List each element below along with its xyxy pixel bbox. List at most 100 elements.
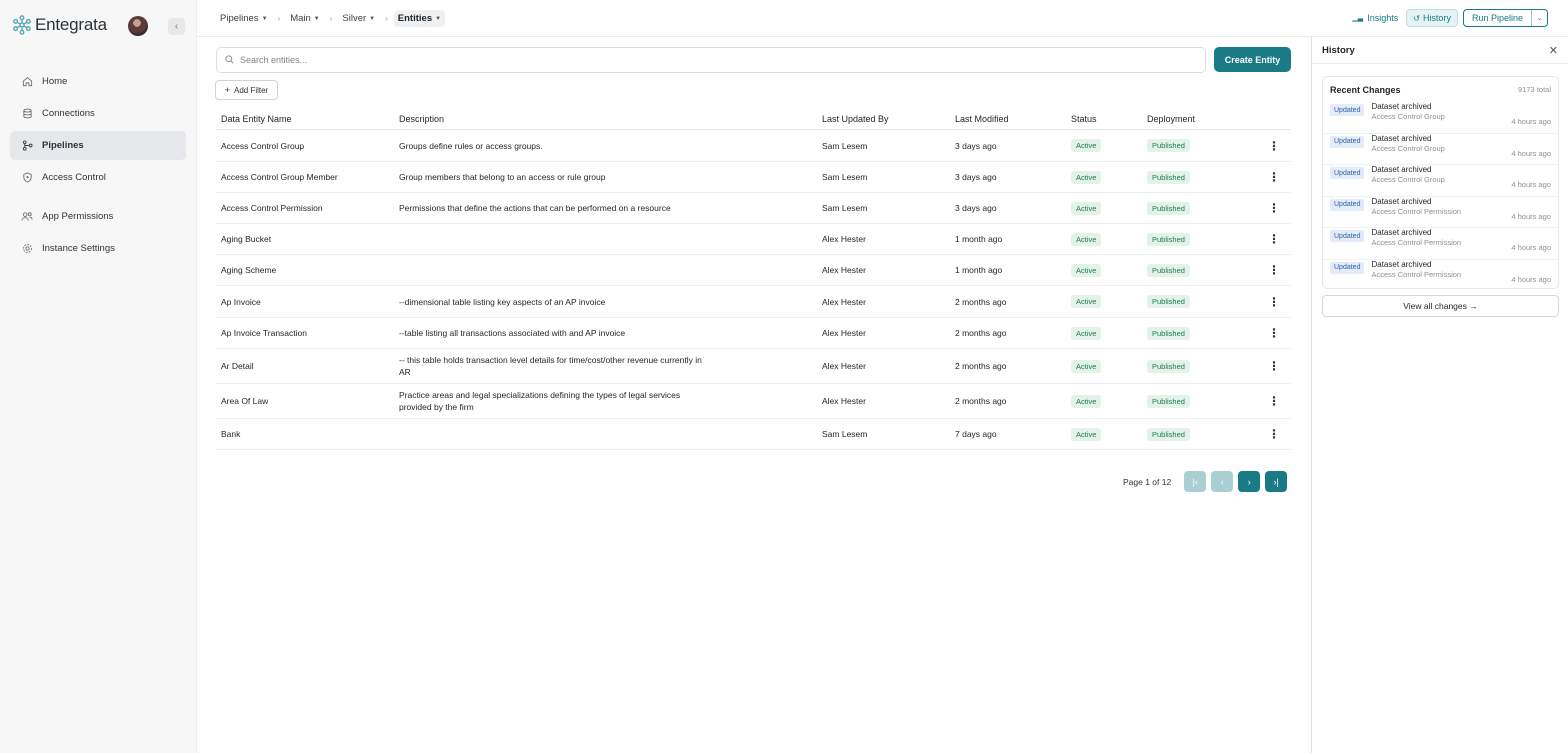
column-header-name[interactable]: Data Entity Name xyxy=(216,114,399,124)
history-item[interactable]: Updated Dataset archived Access Control G… xyxy=(1323,165,1558,197)
row-menu-icon[interactable]: ⋮ xyxy=(1257,394,1291,408)
breadcrumb: Pipelines ▼ › Main ▼ › Silver ▼ › Entities ▼ xyxy=(216,10,446,27)
run-options-dropdown[interactable]: ⌄ xyxy=(1531,10,1547,26)
entity-name[interactable]: Access Control Permission xyxy=(216,203,399,213)
row-menu-icon[interactable]: ⋮ xyxy=(1257,139,1291,153)
create-entity-button[interactable]: Create Entity xyxy=(1214,47,1291,72)
row-menu-icon[interactable]: ⋮ xyxy=(1257,170,1291,184)
collapse-sidebar-button[interactable]: ‹ xyxy=(168,18,185,35)
history-item[interactable]: Updated Dataset archived Access Control G… xyxy=(1323,102,1558,134)
status-badge: Active xyxy=(1071,232,1102,246)
close-icon[interactable]: ✕ xyxy=(1549,44,1558,57)
entity-name[interactable]: Bank xyxy=(216,429,399,439)
insights-button[interactable]: ▁▃ Insights xyxy=(1352,13,1398,23)
caret-down-icon: ▼ xyxy=(369,15,376,22)
change-target: Access Control Group xyxy=(1371,112,1445,121)
history-item[interactable]: Updated Dataset archived Access Control P… xyxy=(1323,260,1558,292)
table-row[interactable]: Bank Sam Lesem 7 days ago Active Publish… xyxy=(216,419,1291,450)
history-panel-title: History xyxy=(1322,44,1355,56)
table-row[interactable]: Access Control Group Groups define rules… xyxy=(216,130,1291,162)
entity-name[interactable]: Ar Detail xyxy=(216,361,399,371)
recent-changes-header: Recent Changes 9173 total xyxy=(1323,77,1558,102)
sidebar-item-home[interactable]: Home xyxy=(10,67,186,96)
entity-name[interactable]: Aging Scheme xyxy=(216,265,399,275)
entity-name[interactable]: Ap Invoice xyxy=(216,297,399,307)
row-menu-icon[interactable]: ⋮ xyxy=(1257,359,1291,373)
app-logo[interactable]: Entegrata xyxy=(12,14,107,36)
breadcrumb-entities[interactable]: Entities ▼ xyxy=(393,10,446,27)
change-type-badge: Updated xyxy=(1330,230,1365,242)
sidebar-item-connections[interactable]: Connections xyxy=(10,99,186,128)
table-row[interactable]: Aging Bucket Alex Hester 1 month ago Act… xyxy=(216,224,1291,255)
prev-page-button[interactable]: ‹ xyxy=(1211,471,1234,492)
entity-updated-by: Alex Hester xyxy=(822,234,866,244)
entity-modified: 3 days ago xyxy=(955,172,997,182)
history-button[interactable]: ↺ History xyxy=(1406,9,1458,27)
user-avatar[interactable] xyxy=(128,16,148,36)
table-row[interactable]: Ap Invoice Transaction --table listing a… xyxy=(216,318,1291,349)
breadcrumb-silver[interactable]: Silver ▼ xyxy=(338,10,379,27)
row-menu-icon[interactable]: ⋮ xyxy=(1257,295,1291,309)
entity-name[interactable]: Access Control Group Member xyxy=(216,172,399,182)
history-item[interactable]: Updated Dataset archived Access Control P… xyxy=(1323,197,1558,228)
run-pipeline-button[interactable]: Run Pipeline ⌄ xyxy=(1462,9,1548,27)
column-header-status[interactable]: Status xyxy=(1071,114,1147,124)
change-target: Access Control Permission xyxy=(1371,206,1462,216)
entity-updated-by: Alex Hester xyxy=(822,265,866,275)
table-row[interactable]: Access Control Permission Permissions th… xyxy=(216,193,1291,224)
status-badge: Active xyxy=(1071,201,1102,215)
table-row[interactable]: Ap Invoice --dimensional table listing k… xyxy=(216,286,1291,318)
change-target: Access Control Permission xyxy=(1371,269,1462,279)
first-page-button[interactable]: |‹ xyxy=(1184,471,1207,492)
add-filter-button[interactable]: + Add Filter xyxy=(215,80,278,100)
entity-updated-by: Alex Hester xyxy=(822,396,866,406)
last-page-button[interactable]: ›| xyxy=(1265,471,1288,492)
row-menu-icon[interactable]: ⋮ xyxy=(1257,232,1291,246)
table-row[interactable]: Access Control Group Member Group member… xyxy=(216,162,1291,193)
deployment-badge: Published xyxy=(1147,201,1190,215)
change-time: 4 hours ago xyxy=(1511,243,1551,252)
recent-changes-title: Recent Changes xyxy=(1330,84,1401,95)
sidebar-item-label: Connections xyxy=(42,108,95,119)
status-badge: Active xyxy=(1071,394,1102,408)
table-row[interactable]: Area Of Law Practice areas and legal spe… xyxy=(216,384,1291,419)
history-item[interactable]: Updated Dataset archived Access Control G… xyxy=(1323,134,1558,165)
column-header-modified[interactable]: Last Modified xyxy=(955,114,1071,124)
view-all-changes-button[interactable]: View all changes → xyxy=(1322,295,1559,317)
entity-name[interactable]: Area Of Law xyxy=(216,396,399,406)
column-header-deployment[interactable]: Deployment xyxy=(1147,114,1257,124)
row-menu-icon[interactable]: ⋮ xyxy=(1257,263,1291,277)
change-type-badge: Updated xyxy=(1330,135,1365,148)
sidebar-item-access-control[interactable]: Access Control xyxy=(10,163,186,192)
table-row[interactable]: Aging Scheme Alex Hester 1 month ago Act… xyxy=(216,255,1291,286)
entity-modified: 2 months ago xyxy=(955,296,1007,307)
change-time: 4 hours ago xyxy=(1511,274,1551,284)
run-pipeline-label[interactable]: Run Pipeline xyxy=(1464,10,1531,26)
row-menu-icon[interactable]: ⋮ xyxy=(1257,326,1291,340)
logo-icon xyxy=(13,15,31,35)
entity-name[interactable]: Access Control Group xyxy=(216,141,399,151)
entity-name[interactable]: Ap Invoice Transaction xyxy=(216,328,399,338)
breadcrumb-pipelines[interactable]: Pipelines ▼ xyxy=(216,10,272,27)
search-input[interactable] xyxy=(240,55,1180,65)
entity-name[interactable]: Aging Bucket xyxy=(216,234,399,244)
sidebar-item-app-permissions[interactable]: App Permissions xyxy=(10,202,186,231)
change-type-badge: Updated xyxy=(1330,167,1365,179)
column-header-description[interactable]: Description xyxy=(399,113,822,125)
row-menu-icon[interactable]: ⋮ xyxy=(1257,201,1291,215)
history-item[interactable]: Updated Dataset archived Access Control P… xyxy=(1323,228,1558,260)
sidebar-item-instance-settings[interactable]: Instance Settings xyxy=(10,234,186,263)
table-row[interactable]: Ar Detail -- this table holds transactio… xyxy=(216,349,1291,384)
column-header-updated-by[interactable]: Last Updated By xyxy=(822,114,955,124)
main-content: Create Entity + Add Filter Data Entity N… xyxy=(197,37,1311,753)
entity-description: -- this table holds transaction level de… xyxy=(399,355,702,377)
change-type-badge: Updated xyxy=(1330,104,1365,116)
sidebar-item-pipelines[interactable]: Pipelines xyxy=(10,131,186,160)
history-label: History xyxy=(1422,13,1451,23)
entities-table: Data Entity Name Description Last Update… xyxy=(216,108,1291,450)
search-box[interactable] xyxy=(216,47,1206,73)
breadcrumb-main[interactable]: Main ▼ xyxy=(286,10,324,27)
row-menu-icon[interactable]: ⋮ xyxy=(1257,427,1291,441)
entity-modified: 2 months ago xyxy=(955,396,1007,406)
next-page-button[interactable]: › xyxy=(1238,471,1261,492)
